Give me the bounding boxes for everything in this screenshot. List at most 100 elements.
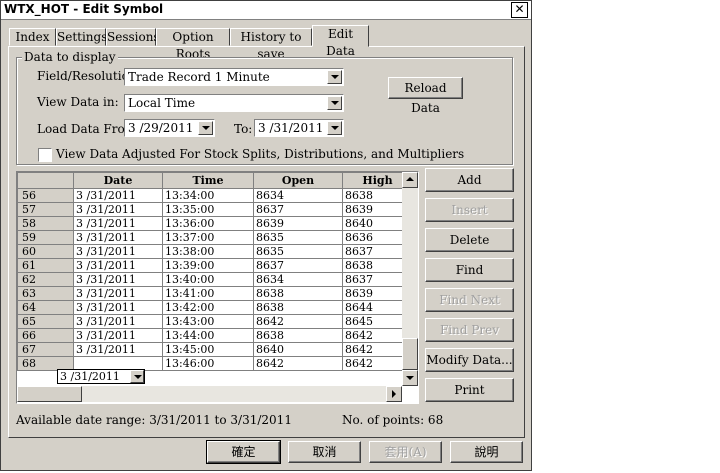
table-row[interactable]: 64 3 /31/2011 13:42:00 8638 8644 <box>17 300 413 315</box>
scroll-up-icon[interactable] <box>402 172 418 188</box>
row-number[interactable]: 62 <box>17 272 74 287</box>
print-button[interactable]: Print <box>425 378 514 402</box>
open-cell[interactable]: 8642 <box>253 314 343 329</box>
chevron-down-icon[interactable] <box>327 121 342 135</box>
open-cell[interactable]: 8638 <box>253 300 343 315</box>
date-cell[interactable]: 3 /31/2011 <box>73 244 163 259</box>
tab-index[interactable]: Index <box>9 28 56 46</box>
date-cell[interactable]: 3 /31/2011 <box>73 300 163 315</box>
scroll-thumb[interactable] <box>17 386 82 402</box>
vertical-scrollbar[interactable] <box>402 172 418 386</box>
table-row[interactable]: 62 3 /31/2011 13:40:00 8634 8637 <box>17 272 413 287</box>
add-button[interactable]: Add <box>425 168 514 192</box>
column-header[interactable]: Open <box>253 172 343 189</box>
date-cell[interactable]: 3 /31/2011 <box>73 188 163 203</box>
open-cell[interactable]: 8634 <box>253 272 343 287</box>
time-cell[interactable]: 13:45:00 <box>162 342 254 357</box>
adjust-checkbox[interactable] <box>38 148 52 162</box>
date-cell-editor[interactable]: 3 /31/2011 <box>57 369 145 384</box>
open-cell[interactable]: 8640 <box>253 342 343 357</box>
time-cell[interactable]: 13:46:00 <box>162 356 254 371</box>
row-number[interactable]: 67 <box>17 342 74 357</box>
time-cell[interactable]: 13:43:00 <box>162 314 254 329</box>
chevron-down-icon[interactable] <box>327 70 342 84</box>
delete-button[interactable]: Delete <box>425 228 514 252</box>
row-number[interactable]: 56 <box>17 188 74 203</box>
modify-data-button[interactable]: Modify Data... <box>425 348 514 372</box>
scroll-right-icon[interactable] <box>386 386 402 402</box>
close-icon[interactable]: ✕ <box>511 2 528 18</box>
open-cell[interactable]: 8638 <box>253 286 343 301</box>
chevron-down-icon[interactable] <box>198 121 213 135</box>
time-cell[interactable]: 13:41:00 <box>162 286 254 301</box>
time-cell[interactable]: 13:34:00 <box>162 188 254 203</box>
open-cell[interactable]: 8637 <box>253 258 343 273</box>
open-cell[interactable]: 8635 <box>253 230 343 245</box>
open-cell[interactable]: 8634 <box>253 188 343 203</box>
row-number[interactable]: 60 <box>17 244 74 259</box>
time-cell[interactable]: 13:38:00 <box>162 244 254 259</box>
load-from-date[interactable]: 3 /29/2011 <box>124 119 215 137</box>
time-cell[interactable]: 13:36:00 <box>162 216 254 231</box>
date-cell[interactable]: 3 /31/2011 <box>73 230 163 245</box>
open-cell[interactable]: 8637 <box>253 202 343 217</box>
time-cell[interactable]: 13:35:00 <box>162 202 254 217</box>
date-cell[interactable]: 3 /31/2011 <box>73 272 163 287</box>
table-row[interactable]: 61 3 /31/2011 13:39:00 8637 8638 <box>17 258 413 273</box>
cancel-button[interactable]: 取消 <box>288 441 361 463</box>
date-cell[interactable]: 3 /31/2011 <box>73 202 163 217</box>
tab-settings[interactable]: Settings <box>56 28 107 46</box>
table-row[interactable]: 67 3 /31/2011 13:45:00 8640 8642 <box>17 342 413 357</box>
date-cell[interactable]: 3 /31/2011 <box>73 328 163 343</box>
date-cell[interactable]: 3 /31/2011 <box>73 286 163 301</box>
chevron-down-icon[interactable] <box>130 370 144 383</box>
row-number[interactable]: 58 <box>17 216 74 231</box>
horizontal-scrollbar[interactable] <box>17 386 402 402</box>
row-number[interactable]: 66 <box>17 328 74 343</box>
open-cell[interactable]: 8638 <box>253 328 343 343</box>
row-number[interactable]: 65 <box>17 314 74 329</box>
table-row[interactable]: 58 3 /31/2011 13:36:00 8639 8640 <box>17 216 413 231</box>
find-prev-button[interactable]: Find Prev <box>425 318 514 342</box>
table-row[interactable]: 63 3 /31/2011 13:41:00 8638 8639 <box>17 286 413 301</box>
date-cell[interactable]: 3 /31/2011 <box>73 314 163 329</box>
open-cell[interactable]: 8639 <box>253 216 343 231</box>
to-date[interactable]: 3 /31/2011 <box>254 119 344 137</box>
tab-sessions[interactable]: Sessions <box>106 28 160 46</box>
view-data-select[interactable]: Local Time <box>124 94 344 112</box>
tab-edit-data[interactable]: Edit Data <box>312 25 369 58</box>
row-number[interactable]: 64 <box>17 300 74 315</box>
table-row[interactable]: 57 3 /31/2011 13:35:00 8637 8639 <box>17 202 413 217</box>
date-cell[interactable]: 3 /31/2011 <box>73 216 163 231</box>
row-number[interactable]: 63 <box>17 286 74 301</box>
time-cell[interactable]: 13:39:00 <box>162 258 254 273</box>
table-row[interactable]: 56 3 /31/2011 13:34:00 8634 8638 <box>17 188 413 203</box>
time-cell[interactable]: 13:44:00 <box>162 328 254 343</box>
field-resolution-select[interactable]: Trade Record 1 Minute <box>124 68 344 86</box>
reload-data-button[interactable]: Reload Data <box>388 77 463 115</box>
find-next-button[interactable]: Find Next <box>425 288 514 312</box>
table-row[interactable]: 60 3 /31/2011 13:38:00 8635 8637 <box>17 244 413 259</box>
find-button[interactable]: Find <box>425 258 514 282</box>
date-cell[interactable]: 3 /31/2011 <box>73 258 163 273</box>
scroll-down-icon[interactable] <box>402 370 418 386</box>
chevron-down-icon[interactable] <box>327 96 342 110</box>
time-cell[interactable]: 13:42:00 <box>162 300 254 315</box>
time-cell[interactable]: 13:37:00 <box>162 230 254 245</box>
tab-history-to-save[interactable]: History to save <box>230 28 312 61</box>
help-button[interactable]: 說明 <box>450 441 523 463</box>
ok-button[interactable]: 確定 <box>206 440 281 464</box>
table-row[interactable]: 65 3 /31/2011 13:43:00 8642 8645 <box>17 314 413 329</box>
insert-button[interactable]: Insert <box>425 198 514 222</box>
column-header[interactable]: Date <box>73 172 163 189</box>
tab-option-roots[interactable]: Option Roots <box>156 28 230 61</box>
column-header[interactable] <box>17 172 74 189</box>
row-number[interactable]: 61 <box>17 258 74 273</box>
column-header[interactable]: Time <box>162 172 254 189</box>
table-row[interactable]: 59 3 /31/2011 13:37:00 8635 8636 <box>17 230 413 245</box>
row-number[interactable]: 57 <box>17 202 74 217</box>
table-row[interactable]: 66 3 /31/2011 13:44:00 8638 8642 <box>17 328 413 343</box>
date-cell[interactable]: 3 /31/2011 <box>73 342 163 357</box>
open-cell[interactable]: 8635 <box>253 244 343 259</box>
scroll-thumb[interactable] <box>402 338 418 370</box>
